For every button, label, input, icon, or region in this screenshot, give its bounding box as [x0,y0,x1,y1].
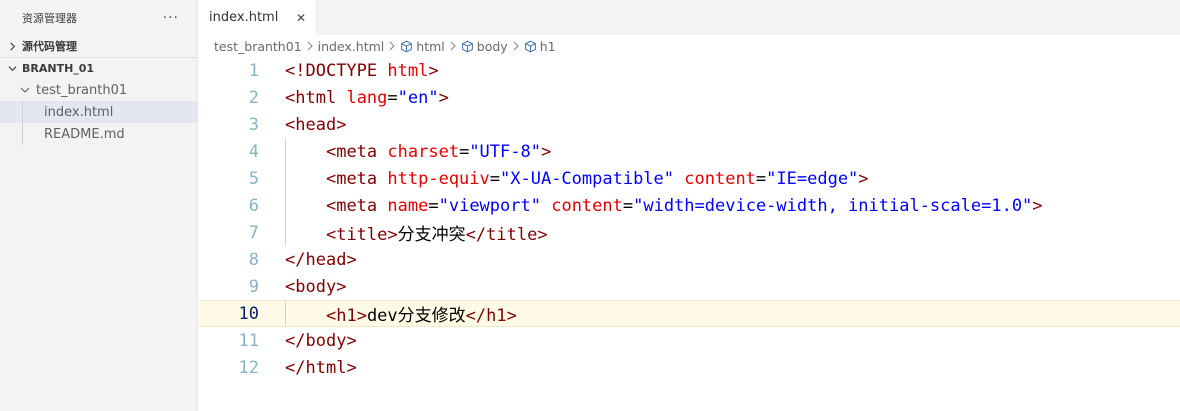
section-label: BRANTH_01 [22,62,95,75]
chevron-right-icon [388,41,396,51]
explorer-sidebar: 资源管理器 ··· 源代码管理 BRANTH_01 test_branth01 … [0,0,198,411]
close-icon[interactable]: ✕ [296,11,306,25]
chevron-down-icon [8,64,22,73]
line-number: 12 [238,357,259,378]
code-line[interactable]: 5 <meta http-equiv="X-UA-Compatible" con… [199,165,1180,192]
chevron-right-icon [512,41,520,51]
breadcrumb-folder[interactable]: test_branth01 [214,39,302,54]
symbol-element-icon [401,40,413,52]
code-text: </head> [285,249,357,270]
code-text: <meta http-equiv="X-UA-Compatible" conte… [325,168,869,189]
explorer-title: 资源管理器 [22,11,77,25]
code-text: <html lang="en"> [285,87,449,108]
chevron-right-icon [8,41,22,51]
line-number: 4 [248,141,259,162]
line-number: 6 [248,195,259,216]
code-line[interactable]: 6 <meta name="viewport" content="width=d… [199,192,1180,219]
line-number: 3 [248,114,259,135]
code-line[interactable]: 1 <!DOCTYPE html> [199,57,1180,84]
code-line[interactable]: 7 <title>分支冲突</title> [199,219,1180,246]
folder-test-branth01[interactable]: test_branth01 [0,79,197,101]
code-line[interactable]: 12 </html> [199,354,1180,381]
code-text: <meta charset="UTF-8"> [325,141,552,162]
section-workspace[interactable]: BRANTH_01 [0,57,197,79]
file-readme-md[interactable]: README.md [0,123,197,145]
code-line[interactable]: 10 <h1>dev分支修改</h1> [199,300,1180,327]
breadcrumb-symbol-h1[interactable]: h1 [524,39,556,54]
breadcrumb-symbol-body[interactable]: body [461,39,508,54]
line-number: 2 [248,87,259,108]
section-source-control[interactable]: 源代码管理 [0,35,197,57]
tab-bar: index.html ✕ [199,0,1180,35]
breadcrumb-symbol-label: body [476,38,508,54]
file-index-html[interactable]: index.html [0,101,197,123]
file-label: index.html [44,104,114,120]
breadcrumb-symbol-html[interactable]: html [400,38,445,54]
tab-label: index.html [209,10,279,25]
code-line[interactable]: 3 <head> [199,111,1180,138]
code-text: </body> [285,330,357,351]
code-text: </html> [285,357,357,378]
symbol-element-icon [461,40,473,52]
code-text: <head> [285,114,347,135]
line-number: 5 [248,168,259,189]
code-text: <meta name="viewport" content="width=dev… [325,195,1043,216]
breadcrumb: test_branth01 index.html html body h1 [199,35,1180,57]
editor-area: index.html ✕ test_branth01 index.html ht… [199,0,1180,411]
file-label: README.md [44,126,125,142]
breadcrumb-file[interactable]: index.html [318,39,385,54]
chevron-right-icon [306,41,314,51]
line-number: 11 [238,330,259,351]
code-line[interactable]: 2 <html lang="en"> [199,84,1180,111]
symbol-element-icon [524,40,536,52]
chevron-right-icon [449,41,457,51]
line-number: 7 [248,222,259,243]
code-text: <body> [285,276,347,297]
code-line[interactable]: 11 </body> [199,327,1180,354]
code-text: <title>分支冲突</title> [325,225,548,245]
folder-label: test_branth01 [36,82,128,98]
breadcrumb-symbol-label: h1 [539,38,556,54]
line-number: 9 [248,276,259,297]
section-label: 源代码管理 [22,40,77,53]
chevron-down-icon [20,85,36,95]
breadcrumb-symbol-label: html [416,38,445,54]
more-actions-icon[interactable]: ··· [163,10,179,26]
line-number: 10 [238,303,259,324]
code-line[interactable]: 4 <meta charset="UTF-8"> [199,138,1180,165]
code-text: <h1>dev分支修改</h1> [325,306,517,326]
code-editor[interactable]: 1 <!DOCTYPE html> 2 <html lang="en"> 3 <head>… [199,57,1180,381]
explorer-header: 资源管理器 ··· [0,0,197,35]
line-number: 8 [248,249,259,270]
line-number: 1 [248,60,259,81]
code-text: <!DOCTYPE html> [285,60,439,81]
code-line[interactable]: 9 <body> [199,273,1180,300]
tab-index-html[interactable]: index.html ✕ [199,0,317,35]
code-line[interactable]: 8 </head> [199,246,1180,273]
